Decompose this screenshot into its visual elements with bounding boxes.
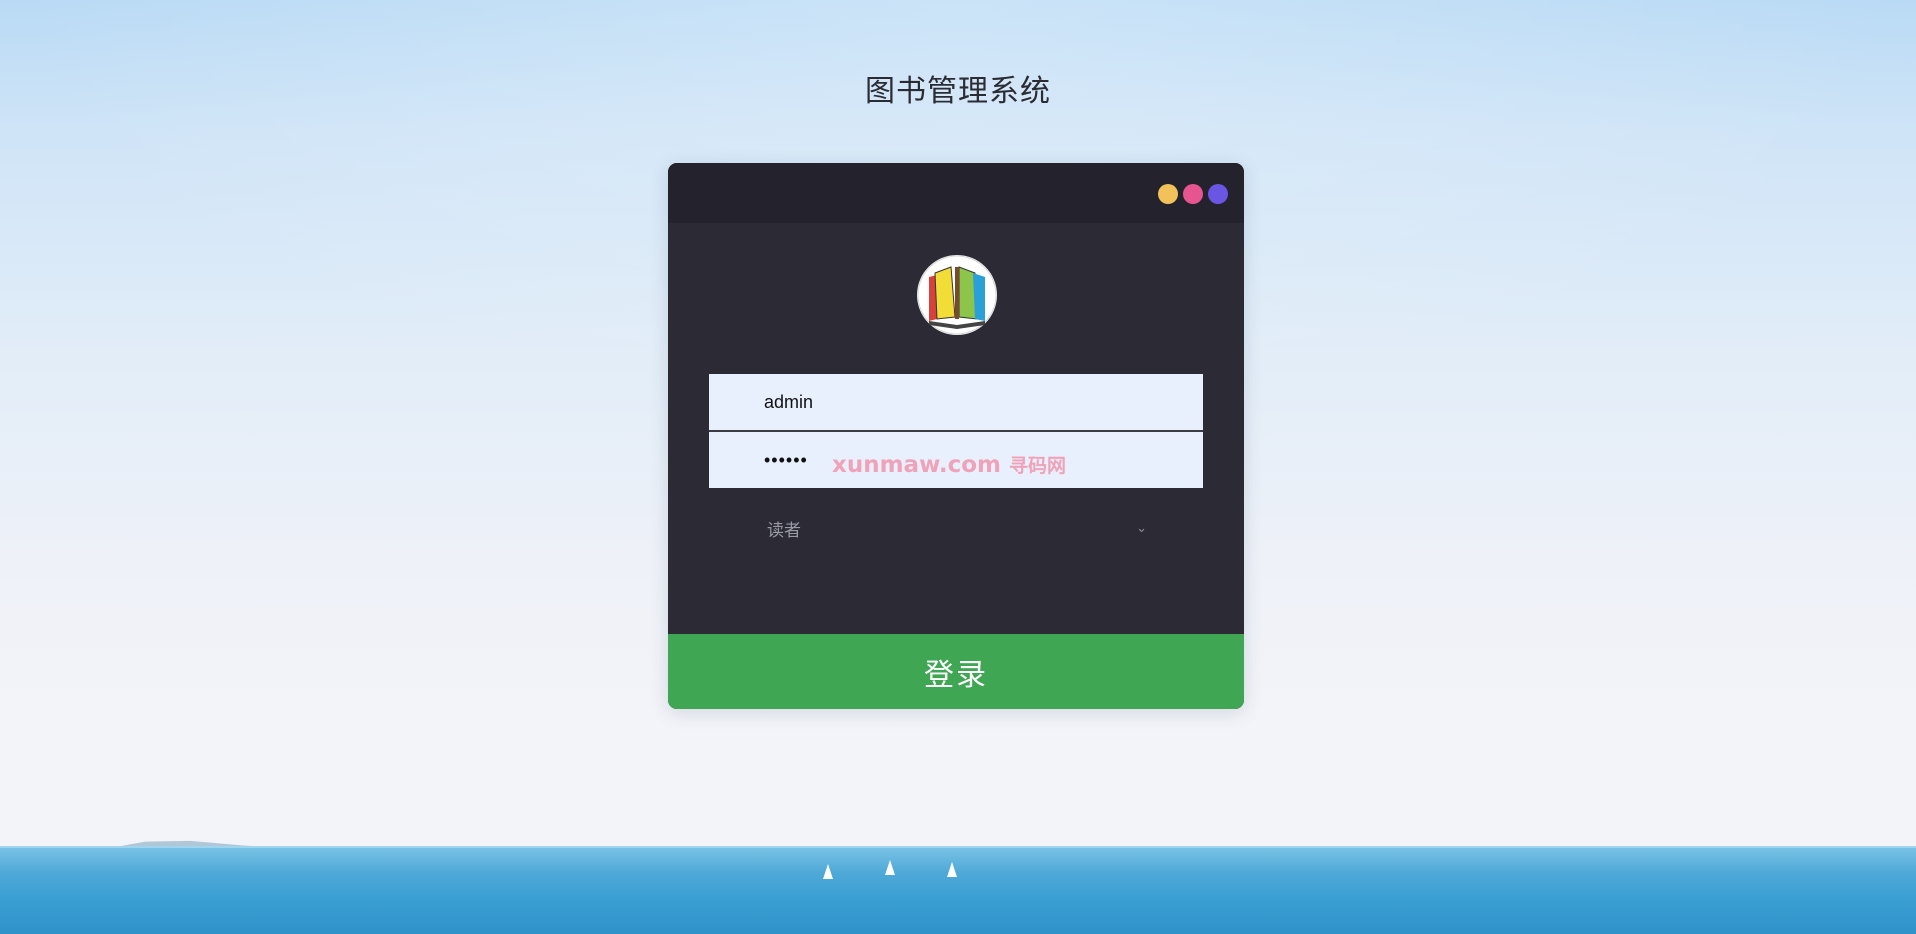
card-titlebar: [668, 163, 1244, 223]
watermark-text-cn: 寻码网: [1009, 455, 1067, 477]
pink-dot-icon: [1183, 184, 1203, 204]
login-page: 图书管理系统 admin •••••• 读者 ⌄ 登录 xunmaw.com 寻…: [0, 0, 1916, 934]
horizon-line: [0, 846, 1916, 848]
username-value: admin: [764, 391, 814, 412]
password-value: ••••••: [764, 449, 808, 470]
sailboat-icon: [885, 860, 895, 875]
login-card: admin •••••• 读者 ⌄ 登录: [668, 163, 1244, 709]
role-selected-value: 读者: [767, 520, 801, 541]
sailboat-icon: [823, 864, 833, 879]
open-book-icon: [917, 255, 997, 335]
watermark: xunmaw.com 寻码网: [832, 451, 1066, 478]
login-button[interactable]: 登录: [668, 634, 1244, 709]
yellow-dot-icon: [1158, 184, 1178, 204]
page-title: 图书管理系统: [865, 74, 1051, 109]
watermark-text: xunmaw.com: [832, 452, 1001, 478]
role-select[interactable]: 读者 ⌄: [767, 512, 1147, 544]
chevron-down-icon: ⌄: [1136, 520, 1147, 536]
sailboat-icon: [947, 862, 957, 877]
purple-dot-icon: [1208, 184, 1228, 204]
username-field[interactable]: admin: [709, 374, 1203, 430]
sea: [0, 846, 1916, 934]
